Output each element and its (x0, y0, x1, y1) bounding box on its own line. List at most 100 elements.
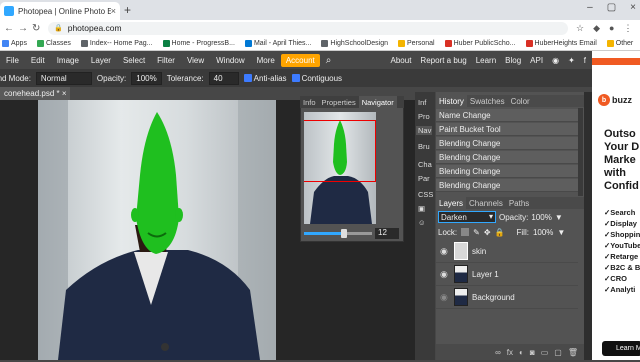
tab-properties[interactable]: Properties (319, 96, 359, 108)
back-icon[interactable]: ← (4, 23, 14, 34)
tab-navigator[interactable]: Navigator (358, 96, 397, 108)
history-item[interactable]: Blending Change (436, 179, 578, 192)
tab-channels[interactable]: Channels (466, 197, 506, 209)
bookmark-item[interactable]: Home - ProgressB... (162, 39, 235, 47)
browser-tab[interactable]: Photopea | Online Photo Editor × (0, 2, 120, 20)
opacity-input[interactable]: 100% (131, 71, 162, 85)
navigator-view-frame[interactable] (304, 120, 376, 182)
emoji-icon[interactable]: ☺ (418, 218, 426, 227)
history-scrollbar[interactable] (578, 108, 583, 196)
side-properties[interactable]: Pro (418, 112, 430, 121)
tab-layers[interactable]: Layers (436, 197, 467, 209)
extensions-icon[interactable]: ◆ (593, 23, 600, 34)
menu-edit[interactable]: Edit (25, 56, 51, 65)
zoom-input[interactable]: 12 (375, 228, 399, 239)
zoom-slider-handle[interactable] (341, 229, 347, 238)
layer-blend-select[interactable]: Darken ▾ (438, 211, 496, 223)
contiguous-checkbox[interactable]: Contiguous (291, 74, 342, 83)
history-item[interactable]: Name Change (436, 109, 578, 122)
bookmark-item[interactable]: HuberHeights Email (525, 39, 597, 47)
effects-icon[interactable]: fx (507, 348, 513, 357)
side-brush[interactable]: Bru (418, 142, 430, 151)
bookmark-item[interactable]: Other (606, 39, 633, 47)
menu-select[interactable]: Select (117, 56, 151, 65)
menu-filter[interactable]: Filter (151, 56, 181, 65)
lock-all-icon[interactable]: 🔒 (495, 228, 505, 237)
bookmark-star-icon[interactable]: ☆ (576, 23, 584, 34)
minimize-icon[interactable]: – (587, 2, 593, 13)
menu-view[interactable]: View (181, 56, 210, 65)
lock-transparency-icon[interactable] (461, 228, 470, 236)
history-item[interactable]: Paint Bucket Tool (436, 123, 578, 136)
maximize-icon[interactable]: ▢ (607, 2, 616, 13)
bookmark-item[interactable]: Apps (2, 39, 27, 47)
layer-row[interactable]: ◉ Layer 1 (436, 263, 578, 286)
url-field[interactable]: 🔒 photopea.com (48, 21, 568, 35)
reload-icon[interactable]: ↻ (32, 23, 42, 34)
history-item[interactable]: Blending Change (436, 137, 578, 150)
browser-menu-icon[interactable]: ⋮ (623, 23, 632, 34)
forward-icon[interactable]: → (18, 23, 28, 34)
blend-mode-select[interactable]: Normal (35, 71, 92, 85)
tab-info[interactable]: Info (300, 96, 319, 108)
tab-swatches[interactable]: Swatches (467, 95, 508, 107)
link-icon[interactable]: ∞ (495, 348, 501, 357)
side-character[interactable]: Cha (418, 160, 432, 169)
menu-report-bug[interactable]: Report a bug (420, 56, 466, 65)
history-item[interactable]: Blending Change (436, 151, 578, 164)
document-tab[interactable]: conehead.psd * × (0, 87, 70, 100)
bookmark-item[interactable]: Huber PublicScho... (444, 39, 516, 47)
tab-color[interactable]: Color (508, 95, 533, 107)
menu-about[interactable]: About (391, 56, 412, 65)
canvas-image[interactable] (38, 100, 276, 360)
fill-input[interactable]: 100% (533, 228, 553, 237)
bookmark-item[interactable]: Index-- Home Pag... (80, 39, 153, 47)
lock-move-icon[interactable]: ✥ (484, 228, 491, 237)
image-icon[interactable]: ▣ (418, 204, 425, 213)
bookmark-item[interactable]: Classes (36, 39, 71, 47)
ad-learn-more-button[interactable]: Learn M (602, 341, 640, 356)
twitter-icon[interactable]: ✦ (568, 56, 575, 65)
side-navigator[interactable]: Nav (416, 126, 432, 135)
new-tab-button[interactable]: + (124, 3, 131, 17)
menu-blog[interactable]: Blog (505, 56, 521, 65)
adjustment-icon[interactable]: ◐ (519, 348, 524, 357)
visibility-eye-icon[interactable]: ◉ (440, 246, 450, 257)
menu-image[interactable]: Image (51, 56, 85, 65)
bookmark-item[interactable]: Personal (397, 39, 435, 47)
tab-history[interactable]: History (436, 95, 467, 107)
panel-scrollbar[interactable] (584, 92, 592, 360)
profile-icon[interactable]: ● (609, 23, 614, 34)
side-paragraph[interactable]: Par (418, 174, 430, 183)
anti-alias-checkbox[interactable]: Anti-alias (243, 74, 287, 83)
lock-paint-icon[interactable]: ✎ (473, 228, 480, 237)
opacity-dropdown-icon[interactable]: ▼ (555, 213, 563, 222)
search-icon[interactable]: ⌕ (320, 55, 338, 66)
reddit-icon[interactable]: ◉ (552, 56, 559, 65)
side-css[interactable]: CSS (418, 190, 433, 199)
close-window-icon[interactable]: × (630, 2, 636, 13)
visibility-eye-icon[interactable]: ◉ (440, 269, 450, 280)
facebook-icon[interactable]: f (584, 56, 586, 65)
menu-api[interactable]: API (530, 56, 543, 65)
bookmark-item[interactable]: Mail - April Thies... (244, 39, 311, 47)
layer-opacity-input[interactable]: 100% (531, 213, 551, 222)
layer-row[interactable]: ◉ Background (436, 286, 578, 309)
menu-file[interactable]: File (0, 56, 25, 65)
mask-icon[interactable]: ◙ (530, 348, 535, 357)
bookmark-item[interactable]: HighSchoolDesign (321, 39, 388, 47)
menu-more[interactable]: More (251, 56, 281, 65)
menu-window[interactable]: Window (210, 56, 250, 65)
delete-icon[interactable]: 🗑 (568, 348, 578, 357)
new-layer-icon[interactable]: ▢ (554, 348, 562, 357)
fill-dropdown-icon[interactable]: ▼ (557, 228, 565, 237)
visibility-eye-icon[interactable]: ◉ (440, 292, 450, 303)
history-item[interactable]: Blending Change (436, 165, 578, 178)
menu-layer[interactable]: Layer (85, 56, 117, 65)
folder-icon[interactable]: ▭ (541, 348, 549, 357)
tab-paths[interactable]: Paths (506, 197, 532, 209)
account-button[interactable]: Account (280, 53, 320, 67)
tolerance-input[interactable]: 40 (208, 71, 239, 85)
layer-row[interactable]: ◉ skin (436, 240, 578, 263)
tab-close-icon[interactable]: × (111, 6, 116, 16)
